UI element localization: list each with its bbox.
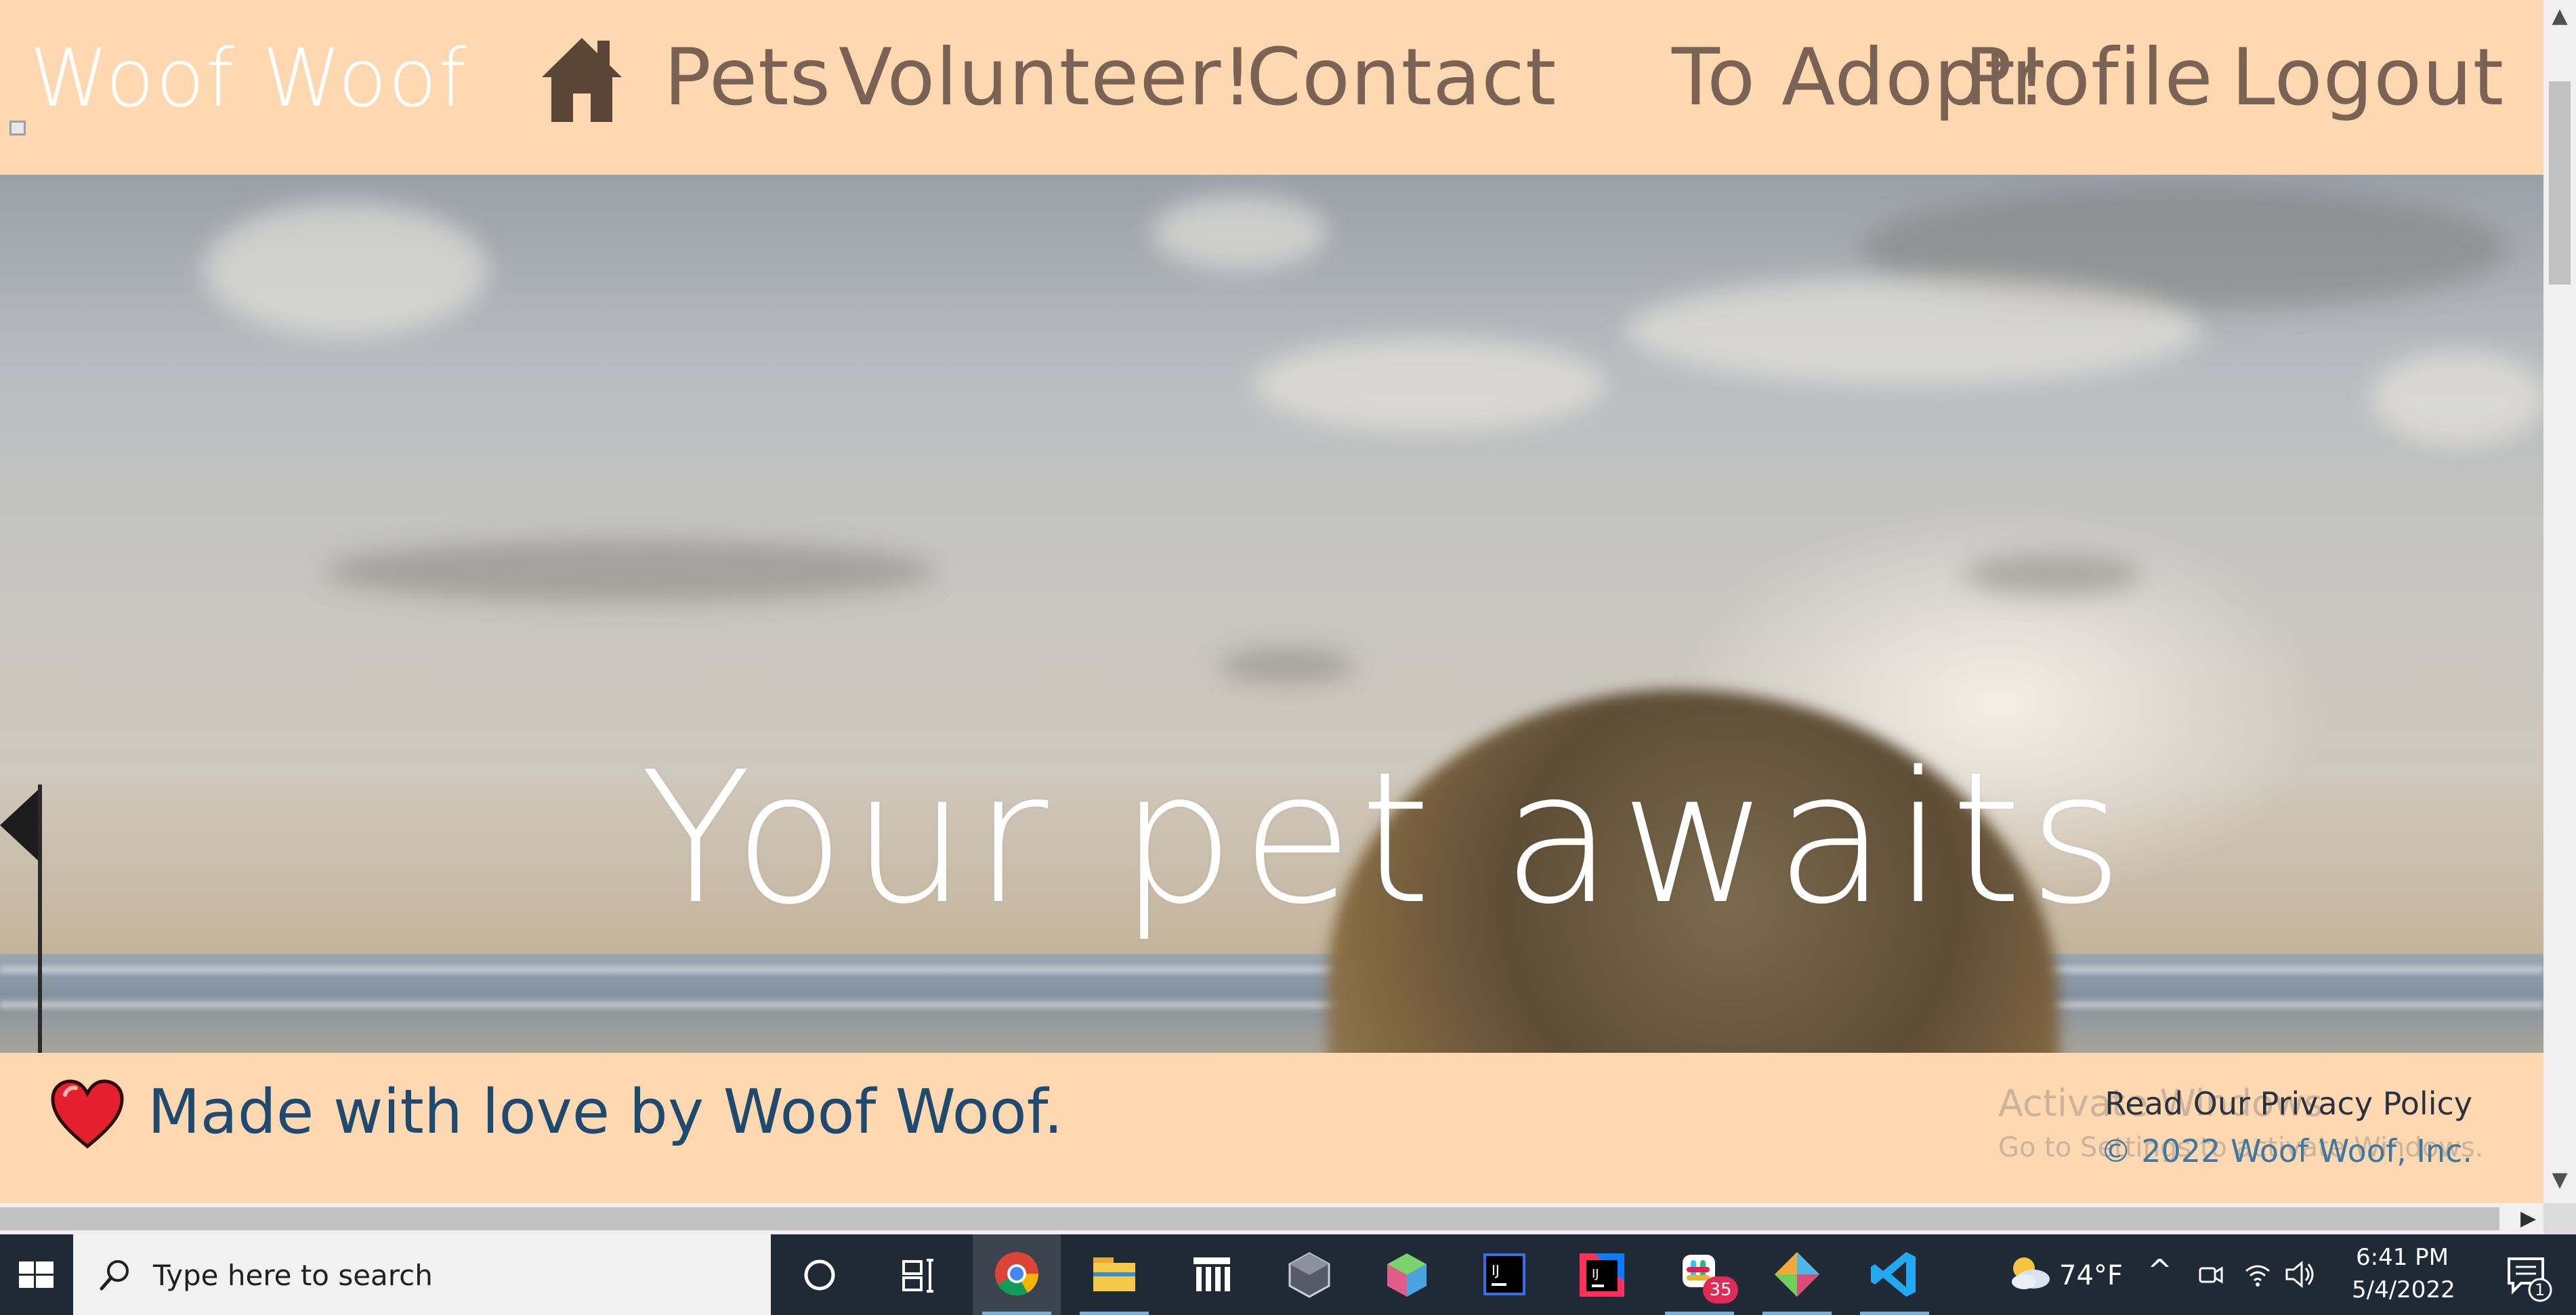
horizontal-scrollbar[interactable]: ▶ (0, 1203, 2543, 1234)
home-link[interactable] (539, 35, 625, 123)
cortana-icon (804, 1259, 835, 1291)
heart-icon (51, 1079, 124, 1149)
volume-icon[interactable] (2283, 1259, 2317, 1290)
taskbar-date[interactable]: 5/4/2022 (2352, 1275, 2455, 1305)
taskbar-app-bars[interactable] (1168, 1234, 1256, 1315)
taskbar-vscode[interactable] (1851, 1234, 1939, 1315)
hero-cloud (203, 202, 488, 337)
horizontal-scroll-thumb[interactable] (0, 1207, 2499, 1230)
hero-cloud (1253, 337, 1605, 432)
taskbar-search-box[interactable]: Type here to search (73, 1234, 771, 1315)
nav-link-pets[interactable]: Pets (664, 27, 831, 129)
svg-text:IJ: IJ (1592, 1267, 1599, 1281)
browser-page: Woof Woof Pets Volunteer! Contact To Ado… (0, 0, 2576, 1315)
windows-taskbar: Type here to search IJ IJ 35 74°F ^ 6:41… (0, 1234, 2576, 1315)
hero-title: Your pet awaits (640, 733, 2130, 944)
hero-cloud (1219, 649, 1355, 683)
copyright-text: © 2022 Woof Woof, Inc. (2100, 1133, 2472, 1169)
intellij-ultimate-icon: IJ (1580, 1253, 1624, 1297)
taskbar-file-explorer[interactable] (1070, 1234, 1158, 1315)
meet-now-icon[interactable] (2195, 1259, 2226, 1290)
hero-sea (0, 954, 2543, 1053)
git-app-icon (1775, 1252, 1819, 1297)
search-icon (100, 1260, 129, 1291)
scrollbar-corner (2543, 1203, 2576, 1234)
notification-count: 1 (2535, 1280, 2546, 1299)
folder-icon (1093, 1257, 1135, 1291)
hero-cloud (1152, 195, 1328, 270)
task-view-icon (902, 1259, 933, 1293)
active-indicator (1762, 1312, 1832, 1315)
hero-wave (0, 1001, 2543, 1008)
chrome-icon (995, 1252, 1039, 1296)
search-placeholder: Type here to search (153, 1259, 433, 1292)
nav-link-contact[interactable]: Contact (1246, 27, 1557, 129)
taskbar-task-view[interactable] (874, 1234, 962, 1315)
taskbar-chrome[interactable] (973, 1234, 1061, 1315)
taskbar-time[interactable]: 6:41 PM (2356, 1243, 2449, 1272)
bars-app-icon (1194, 1257, 1230, 1291)
hero-cloud (2371, 351, 2543, 446)
nav-link-volunteer[interactable]: Volunteer! (839, 27, 1254, 129)
taskbar-intellij[interactable]: IJ (1460, 1234, 1548, 1315)
slack-unread-badge: 35 (1703, 1276, 1738, 1303)
vscode-icon (1871, 1252, 1916, 1297)
footer-love-text: Made with love by Woof Woof. (148, 1077, 1063, 1148)
nav-link-logout[interactable]: Logout (2231, 27, 2504, 129)
privacy-policy-link[interactable]: Read Our Privacy Policy (2100, 1080, 2472, 1127)
footer: Made with love by Woof Woof. Activate Wi… (0, 1053, 2543, 1203)
taskbar-slack[interactable]: 35 (1655, 1234, 1744, 1315)
taskbar-unity[interactable] (1265, 1234, 1353, 1315)
active-indicator (1665, 1312, 1734, 1315)
hero-cloud (1626, 276, 2201, 385)
hero-banner: Your pet awaits (0, 175, 2543, 1053)
windows-logo-icon (19, 1261, 54, 1288)
taskbar-cortana[interactable] (776, 1234, 864, 1315)
svg-text:IJ: IJ (1492, 1262, 1500, 1278)
navbar: Woof Woof Pets Volunteer! Contact To Ado… (0, 0, 2543, 175)
hero-cloud (325, 541, 935, 602)
intellij-icon: IJ (1483, 1253, 1525, 1295)
scroll-down-arrow-icon[interactable]: ▼ (2543, 1164, 2576, 1196)
unity-icon (1288, 1252, 1330, 1298)
brand-logo[interactable]: Woof Woof (30, 27, 468, 129)
hero-wave (0, 966, 2543, 973)
vertical-scroll-thumb[interactable] (2549, 81, 2571, 285)
active-indicator (982, 1312, 1051, 1315)
scroll-up-arrow-icon[interactable]: ▲ (2543, 0, 2576, 33)
nav-link-profile[interactable]: Profile (1964, 27, 2214, 129)
start-button[interactable] (0, 1234, 72, 1315)
tray-chevron-up-icon[interactable]: ^ (2147, 1253, 2172, 1288)
home-icon (542, 38, 622, 122)
slack-icon (1683, 1255, 1715, 1287)
wifi-icon[interactable] (2242, 1259, 2273, 1290)
cube-app-icon (1387, 1253, 1427, 1297)
notification-icon (2508, 1257, 2552, 1302)
action-center-button[interactable]: 1 (2479, 1234, 2576, 1315)
footer-legal: Read Our Privacy Policy © 2022 Woof Woof… (2100, 1080, 2472, 1175)
vertical-scrollbar[interactable]: ▲ ▼ (2543, 0, 2576, 1203)
weather-temperature[interactable]: 74°F (2059, 1260, 2123, 1291)
taskbar-app-git[interactable] (1753, 1234, 1841, 1315)
taskbar-intellij-ultimate[interactable]: IJ (1558, 1234, 1646, 1315)
taskbar-app-cube[interactable] (1363, 1234, 1451, 1315)
scroll-right-arrow-icon[interactable]: ▶ (2513, 1203, 2543, 1234)
broken-image-icon (9, 121, 26, 135)
hero-cloud (1964, 554, 2140, 595)
active-indicator (1860, 1312, 1929, 1315)
active-indicator (1080, 1312, 1149, 1315)
